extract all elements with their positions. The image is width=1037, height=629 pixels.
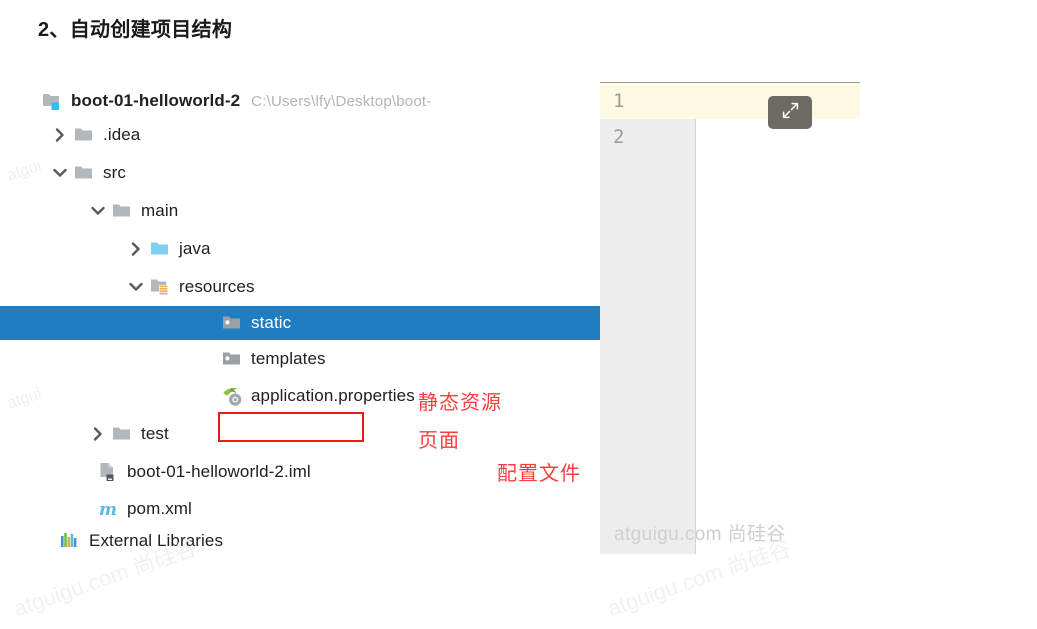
resource-folder-icon bbox=[150, 277, 172, 297]
tree-item-resources[interactable]: resources bbox=[0, 270, 600, 304]
chevron-down-icon[interactable] bbox=[128, 279, 144, 295]
tree-item-boot-01-helloworld-2[interactable]: boot-01-helloworld-2 C:\Users\lfy\Desktop… bbox=[0, 84, 600, 118]
line-number-gutter: 1 2 bbox=[600, 83, 696, 554]
page-title: 2、自动创建项目结构 bbox=[38, 19, 233, 41]
folder-icon bbox=[112, 424, 134, 444]
tree-item-label: java bbox=[179, 239, 211, 258]
line-number: 1 bbox=[600, 83, 696, 119]
chevron-down-icon[interactable] bbox=[52, 165, 68, 181]
tree-item-label: application.properties bbox=[251, 386, 415, 405]
tree-item-label: src bbox=[103, 163, 126, 182]
folder-icon bbox=[112, 201, 134, 221]
tree-item-templates[interactable]: templates bbox=[0, 342, 600, 376]
tree-item-main[interactable]: main bbox=[0, 194, 600, 228]
libraries-icon bbox=[60, 531, 82, 551]
chevron-down-icon[interactable] bbox=[90, 203, 106, 219]
svg-text:m: m bbox=[99, 500, 117, 519]
chevron-right-icon[interactable] bbox=[52, 127, 68, 143]
annotation-config-file: 配置文件 bbox=[497, 461, 581, 485]
iml-file-icon bbox=[98, 462, 120, 482]
ide-screenshot: boot-01-helloworld-2 C:\Users\lfy\Desktop… bbox=[0, 72, 860, 554]
tree-item-label: static bbox=[251, 313, 292, 332]
chevron-right-icon[interactable] bbox=[128, 241, 144, 257]
expand-fullscreen-button[interactable] bbox=[768, 96, 812, 129]
line-number: 2 bbox=[613, 126, 625, 148]
tree-item-label: templates bbox=[251, 349, 326, 368]
annotation-static-resources: 静态资源 bbox=[418, 390, 502, 414]
editor-watermark: atguigu.com 尚硅谷 bbox=[614, 524, 786, 545]
expand-fullscreen-icon bbox=[781, 101, 800, 125]
tree-item-label: boot-01-helloworld-2 bbox=[71, 91, 241, 110]
tree-item-label: pom.xml bbox=[127, 499, 192, 518]
tree-item-label: test bbox=[141, 424, 169, 443]
folder-icon bbox=[74, 125, 96, 145]
tree-item-static[interactable]: static bbox=[0, 306, 600, 340]
tree-item-application-properties[interactable]: application.properties bbox=[0, 379, 600, 413]
tree-item-label: External Libraries bbox=[89, 531, 224, 550]
maven-icon: m bbox=[98, 499, 120, 519]
tree-item-pom-xml[interactable]: m pom.xml bbox=[0, 492, 600, 526]
excluded-folder-icon bbox=[222, 349, 244, 369]
module-folder-icon bbox=[42, 91, 64, 111]
tree-item-label: boot-01-helloworld-2.iml bbox=[127, 462, 311, 481]
tree-item-src[interactable]: src bbox=[0, 156, 600, 190]
tree-item-java[interactable]: java bbox=[0, 232, 600, 266]
editor-panel[interactable]: 1 2 atguigu.com 尚硅谷 bbox=[600, 82, 860, 554]
chevron-right-icon[interactable] bbox=[90, 426, 106, 442]
tree-item-test[interactable]: test bbox=[0, 417, 600, 451]
source-folder-icon bbox=[150, 239, 172, 259]
annotation-pages: 页面 bbox=[418, 428, 460, 452]
tree-item-external-libraries[interactable]: External Libraries bbox=[0, 524, 600, 554]
tree-item-label: main bbox=[141, 201, 179, 220]
tree-item-idea[interactable]: .idea bbox=[0, 118, 600, 152]
folder-icon bbox=[74, 163, 96, 183]
tree-item-path: C:\Users\lfy\Desktop\boot- bbox=[251, 92, 432, 110]
spring-properties-icon bbox=[222, 386, 244, 406]
tree-item-label: .idea bbox=[103, 125, 141, 144]
tree-item-label: resources bbox=[179, 277, 255, 296]
excluded-folder-icon bbox=[222, 313, 244, 333]
